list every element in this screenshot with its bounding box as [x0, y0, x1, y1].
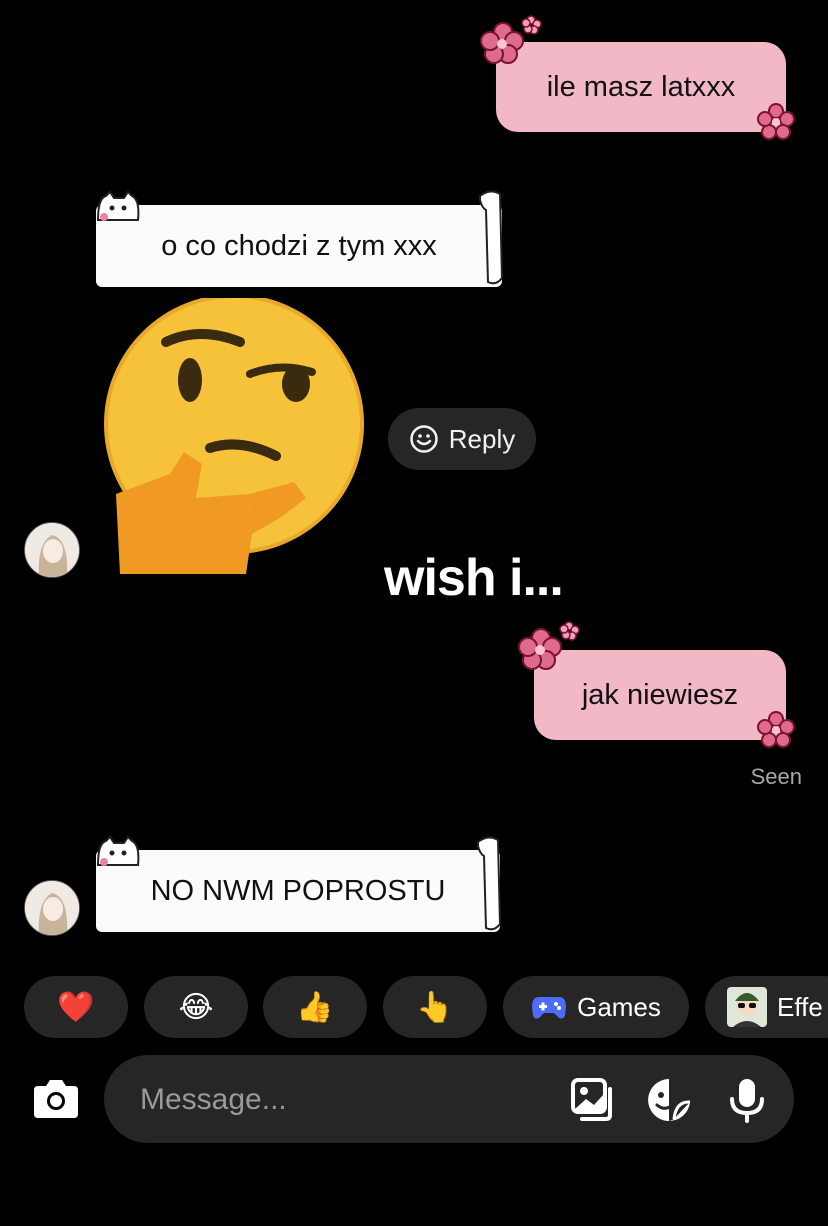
pointing-hand-emoji-icon: 👆 — [416, 990, 454, 1024]
incoming-message[interactable]: NO NWM POPROSTU — [96, 850, 500, 932]
flower-decoration-icon — [480, 15, 542, 64]
heart-emoji-icon: ❤️ — [57, 990, 95, 1024]
quick-pointing-button[interactable]: 👆 — [383, 976, 487, 1038]
quick-thumbs-up-button[interactable]: 👍 — [263, 976, 367, 1038]
seen-status: Seen — [750, 764, 802, 789]
camera-icon[interactable] — [32, 1076, 80, 1120]
avatar-drawing-icon — [25, 881, 79, 935]
arm-decoration-icon — [479, 190, 504, 285]
gamepad-icon — [532, 997, 567, 1019]
sticker-icon[interactable] — [646, 1077, 692, 1123]
cat-decoration-icon — [96, 835, 140, 866]
games-button[interactable]: Games — [503, 976, 689, 1038]
message-text: NO NWM POPROSTU — [150, 874, 446, 907]
quick-laugh-button[interactable]: 😂 — [144, 976, 248, 1038]
reply-label: Reply — [448, 423, 516, 454]
effects-label: Effe — [777, 991, 823, 1022]
message-input[interactable] — [138, 1077, 542, 1123]
avatar-drawing-icon — [25, 523, 79, 577]
flower-decoration-icon — [757, 103, 795, 140]
quick-heart-button[interactable]: ❤️ — [24, 976, 128, 1038]
gallery-icon[interactable] — [570, 1077, 616, 1123]
cat-decoration-icon — [96, 190, 140, 221]
arm-decoration-icon — [477, 836, 502, 931]
laughing-emoji-icon: 😂 — [178, 990, 214, 1024]
message-text: jak niewiesz — [581, 678, 739, 711]
reply-button[interactable]: Reply — [388, 408, 536, 470]
games-label: Games — [577, 991, 661, 1022]
effects-avatar-icon — [727, 987, 767, 1027]
thinking-face-sticker[interactable] — [100, 298, 372, 580]
message-composer — [104, 1055, 794, 1143]
thumbs-up-emoji-icon: 👍 — [296, 990, 334, 1024]
incoming-message[interactable]: o co chodzi z tym xxx — [96, 205, 502, 287]
outgoing-message[interactable]: wish i... — [384, 548, 564, 608]
flower-decoration-icon — [757, 711, 795, 748]
message-text: o co chodzi z tym xxx — [161, 229, 437, 262]
message-text: ile masz latxxx — [546, 70, 736, 103]
avatar[interactable] — [24, 522, 80, 578]
smiley-icon — [410, 425, 438, 453]
effects-button[interactable]: Effe — [705, 976, 828, 1038]
microphone-icon[interactable] — [724, 1077, 770, 1123]
avatar[interactable] — [24, 880, 80, 936]
flower-decoration-icon — [518, 621, 580, 670]
